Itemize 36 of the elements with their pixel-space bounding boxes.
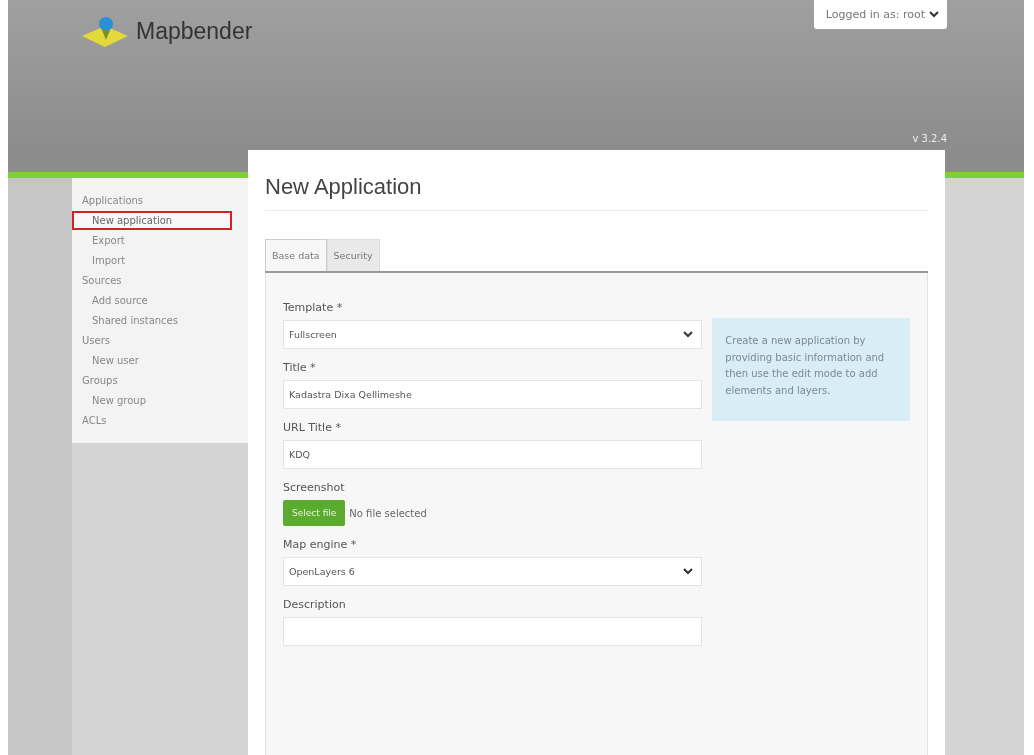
page-title: New Application <box>265 174 928 211</box>
nav-link[interactable]: Groups <box>72 371 212 390</box>
nav-link[interactable]: New application <box>72 211 232 230</box>
field-label: Template * <box>283 301 344 314</box>
select-field[interactable]: OpenLayers 6 <box>283 557 703 586</box>
chevron-down-icon <box>683 568 694 575</box>
logo-icon <box>80 14 130 48</box>
text-field[interactable]: KDQ <box>283 440 703 469</box>
field-label: Screenshot <box>283 481 346 494</box>
brand-name: Mapbender <box>136 17 253 45</box>
help-text: Create a new application by providing basic information and then use the edit mode to add elements and layers. <box>712 318 910 421</box>
tab[interactable]: Base data <box>265 239 327 271</box>
chevron-down-icon <box>929 11 939 18</box>
nav-link[interactable]: Sources <box>72 271 212 290</box>
select-file-button[interactable]: Select file <box>283 500 346 526</box>
nav-link[interactable]: Applications <box>72 191 212 210</box>
nav-link[interactable]: Users <box>72 331 212 350</box>
tab[interactable]: Security <box>326 239 380 271</box>
nav-link[interactable]: Export <box>72 231 212 250</box>
select-field[interactable]: Fullscreen <box>283 320 703 349</box>
nav-link[interactable]: Shared instances <box>72 311 212 330</box>
file-status: No file selected <box>349 507 427 519</box>
chevron-down-icon <box>683 331 694 338</box>
field-label: Map engine * <box>283 538 358 551</box>
description-field[interactable] <box>283 617 703 646</box>
user-menu[interactable]: Logged in as: root <box>813 0 947 29</box>
text-field[interactable]: Kadastra Dixa Qellimeshe <box>283 380 703 409</box>
nav-link[interactable]: ACLs <box>72 411 212 430</box>
nav-link[interactable]: Import <box>72 251 212 270</box>
nav-link[interactable]: New group <box>72 391 212 410</box>
field-label: URL Title * <box>283 421 342 434</box>
version-text: v 3.2.4 <box>912 133 947 144</box>
nav-link[interactable]: New user <box>72 351 212 370</box>
field-label: Description <box>283 598 347 611</box>
nav-link[interactable]: Add source <box>72 291 212 310</box>
field-label: Title * <box>283 361 317 374</box>
